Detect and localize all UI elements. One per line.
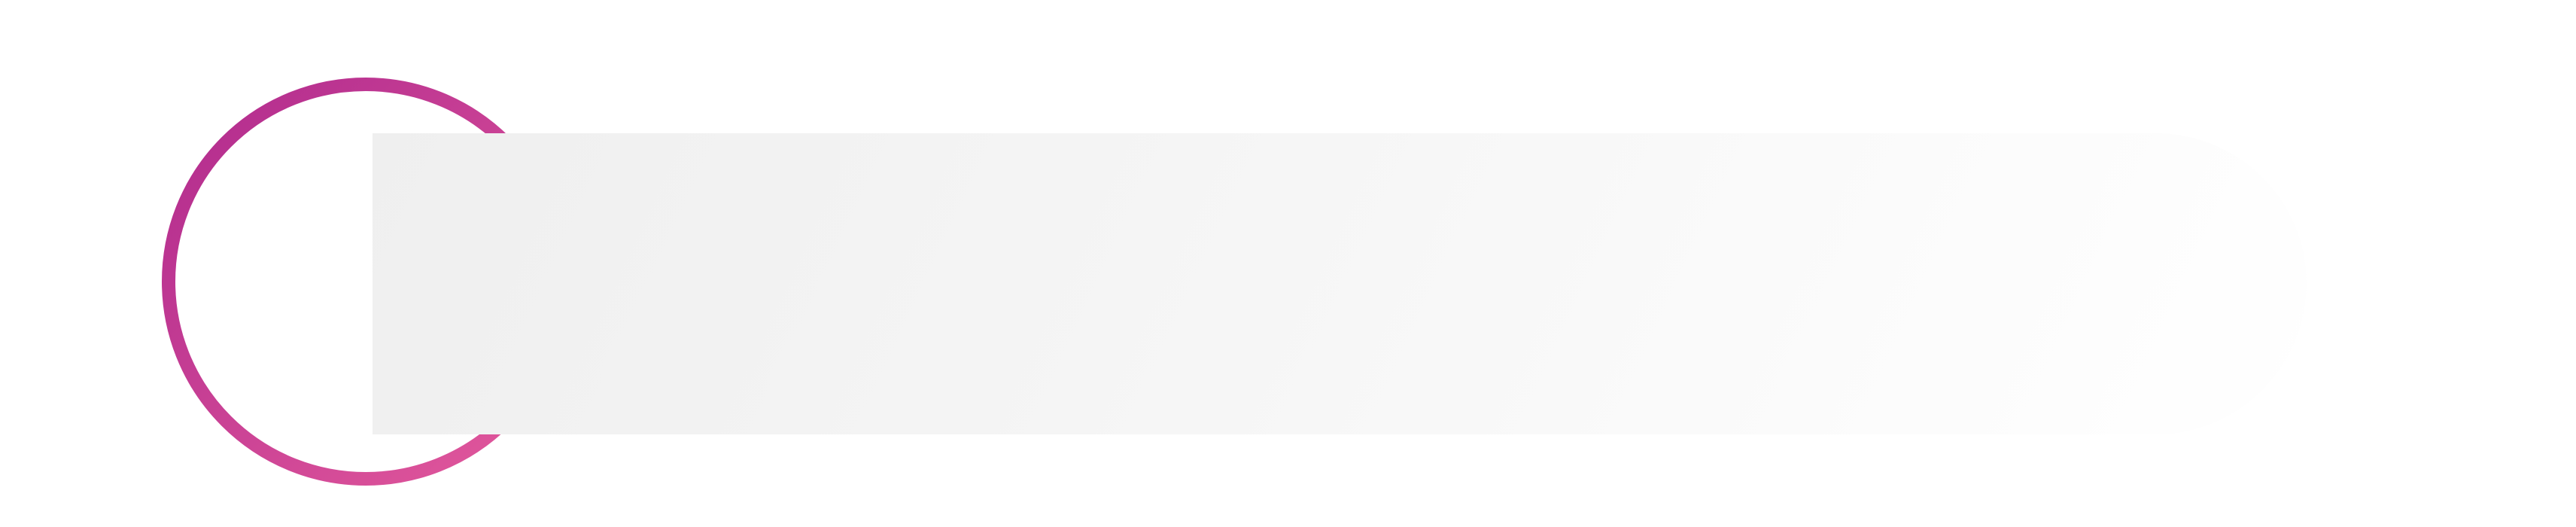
banner-panel (373, 133, 2307, 434)
banner-text (463, 133, 2126, 434)
graphic-canvas (0, 0, 2576, 527)
